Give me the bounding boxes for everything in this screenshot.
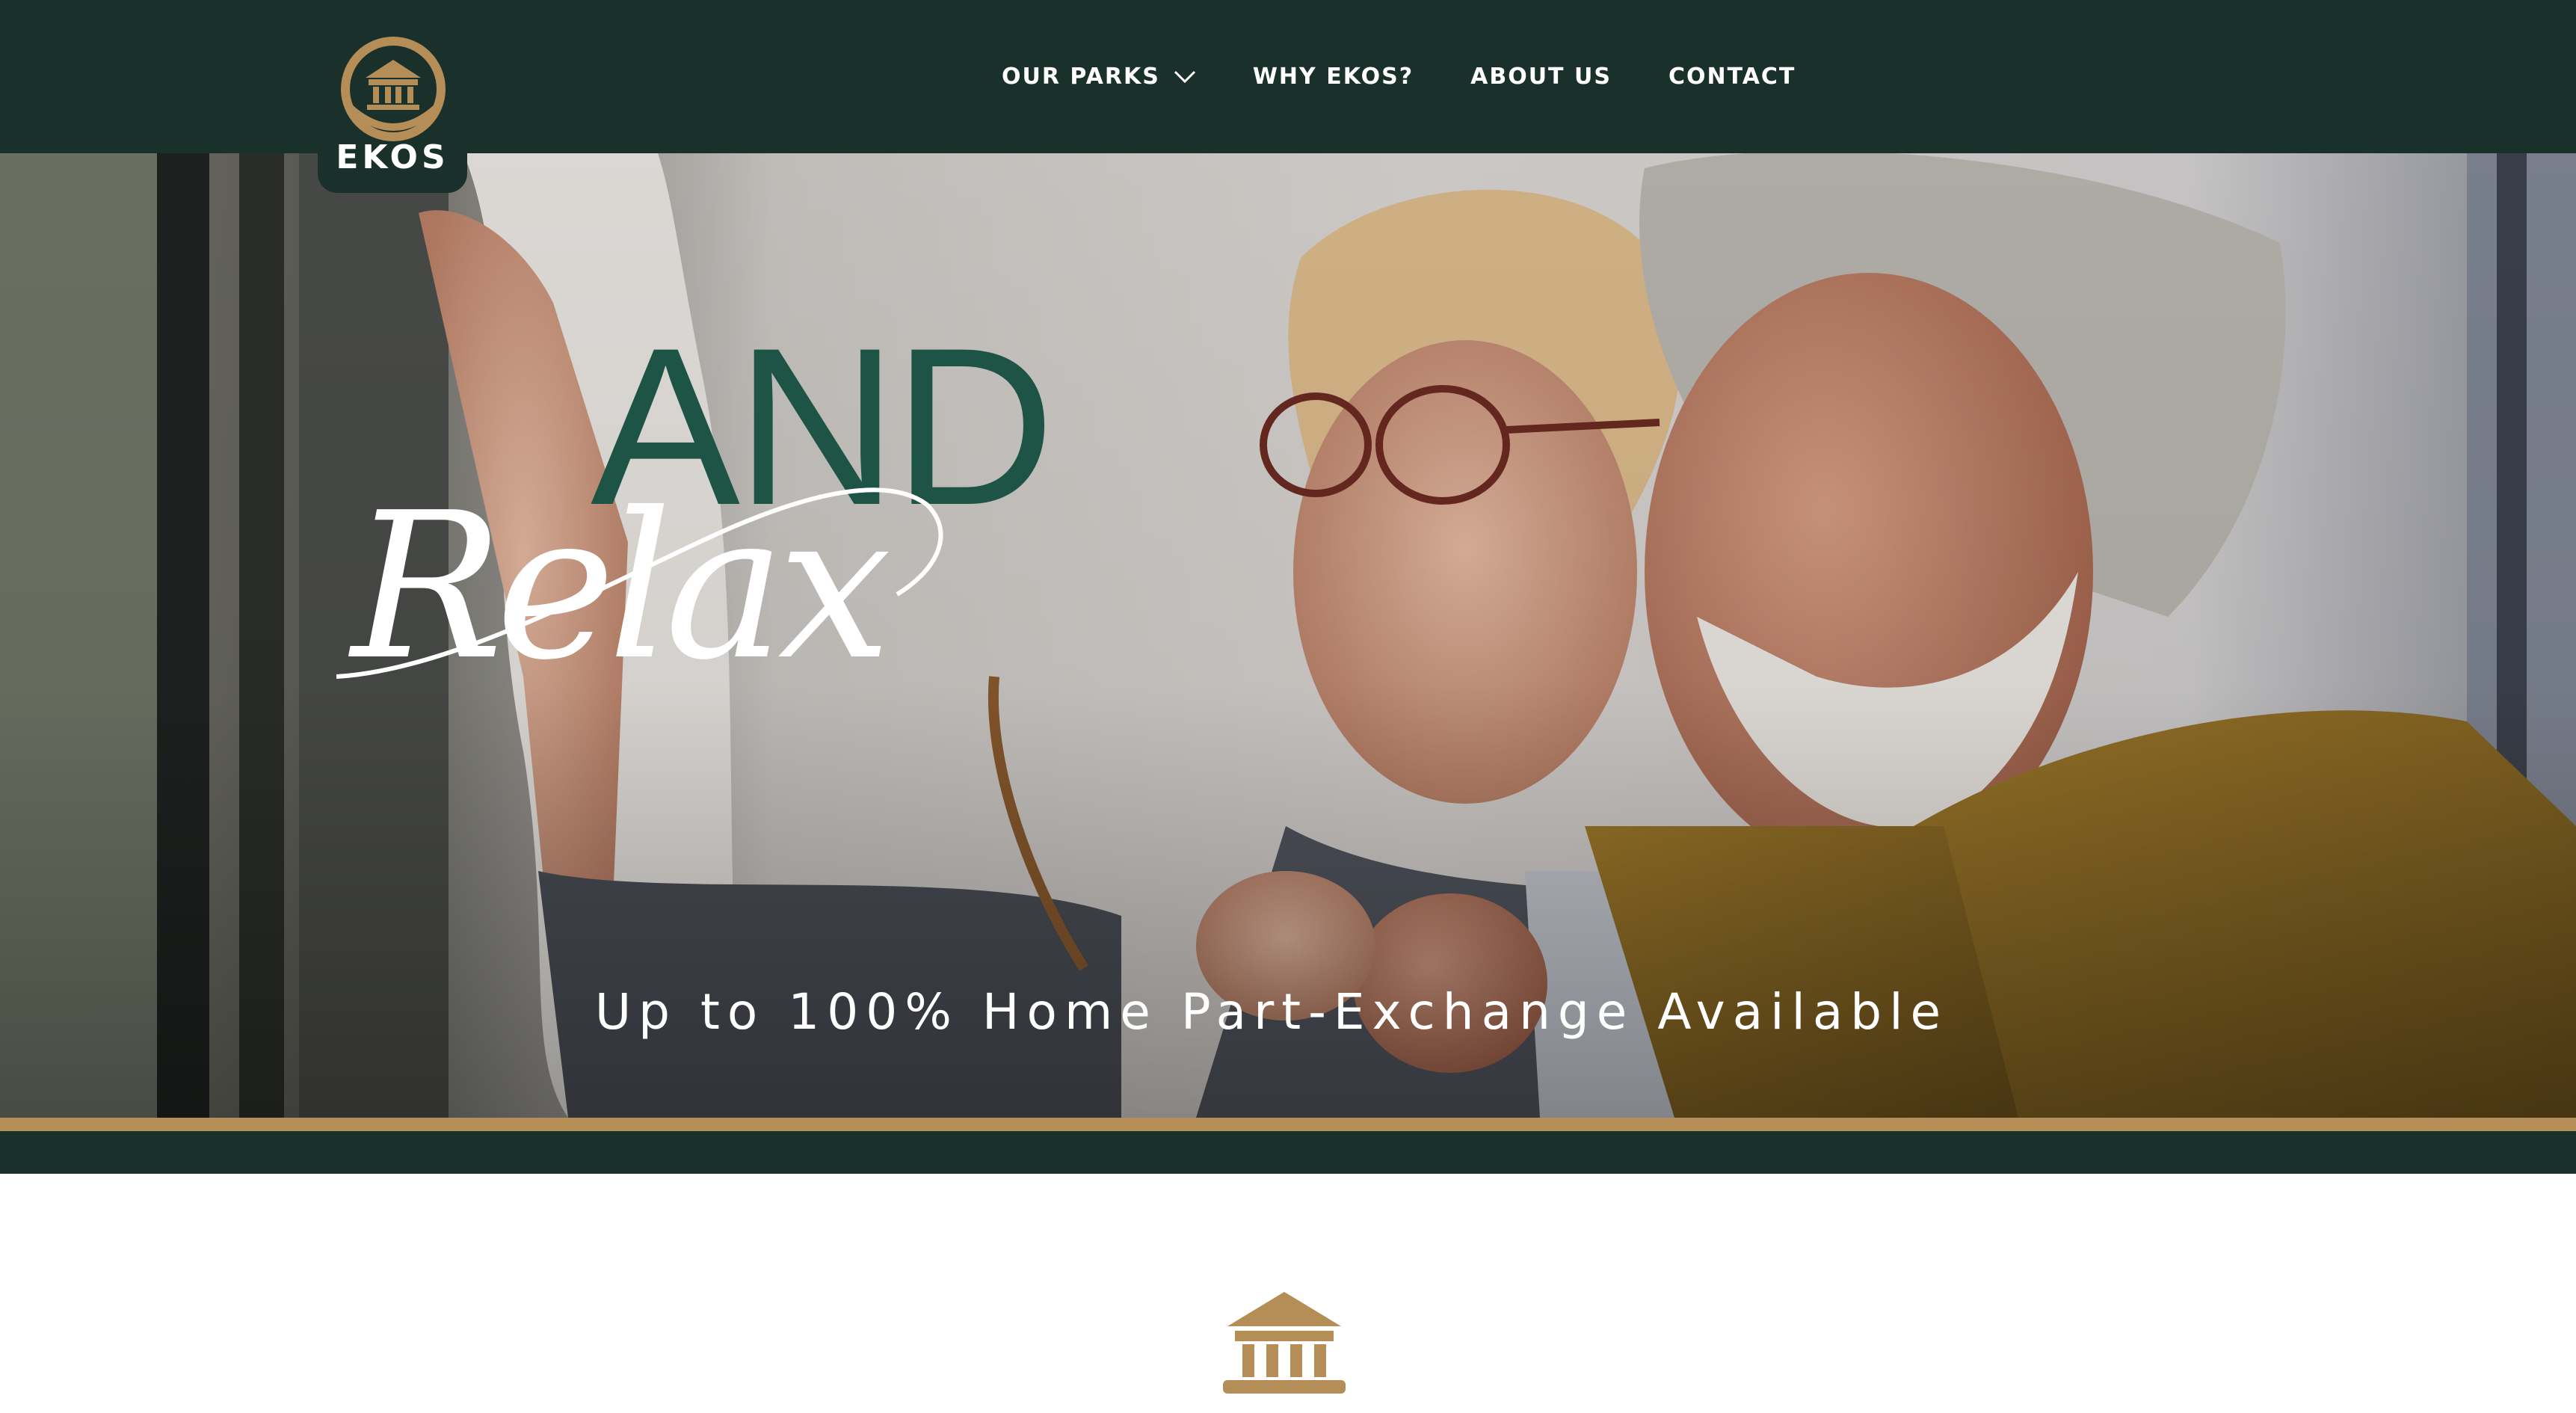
nav-item-about-us[interactable]: ABOUT US (1470, 55, 1612, 99)
nav-item-label: OUR PARKS (1002, 64, 1160, 90)
green-band (0, 1131, 2576, 1174)
chevron-down-icon (1174, 70, 1195, 83)
home-logo-link[interactable]: EKOS (318, 0, 467, 193)
hero-headline-relax: Relax (351, 469, 892, 704)
nav-item-label: CONTACT (1668, 64, 1796, 90)
gold-divider (0, 1118, 2576, 1131)
building-icon (1223, 1292, 1346, 1394)
nav-item-our-parks[interactable]: OUR PARKS (1002, 55, 1196, 99)
building-emblem-icon (341, 37, 446, 141)
brand-wordmark: EKOS (336, 138, 449, 176)
nav-item-label: ABOUT US (1470, 64, 1612, 90)
nav-item-why-ekos[interactable]: WHY EKOS? (1253, 55, 1414, 99)
hero-tagline: Up to 100% Home Part-Exchange Available (594, 983, 1949, 1041)
nav-item-contact[interactable]: CONTACT (1668, 55, 1796, 99)
main-nav: OUR PARKS WHY EKOS? ABOUT US CONTACT (1002, 0, 1852, 153)
nav-item-label: WHY EKOS? (1252, 64, 1414, 90)
hero-banner: AND Relax Up to 100% Home Part-Exchange … (0, 153, 2576, 1118)
